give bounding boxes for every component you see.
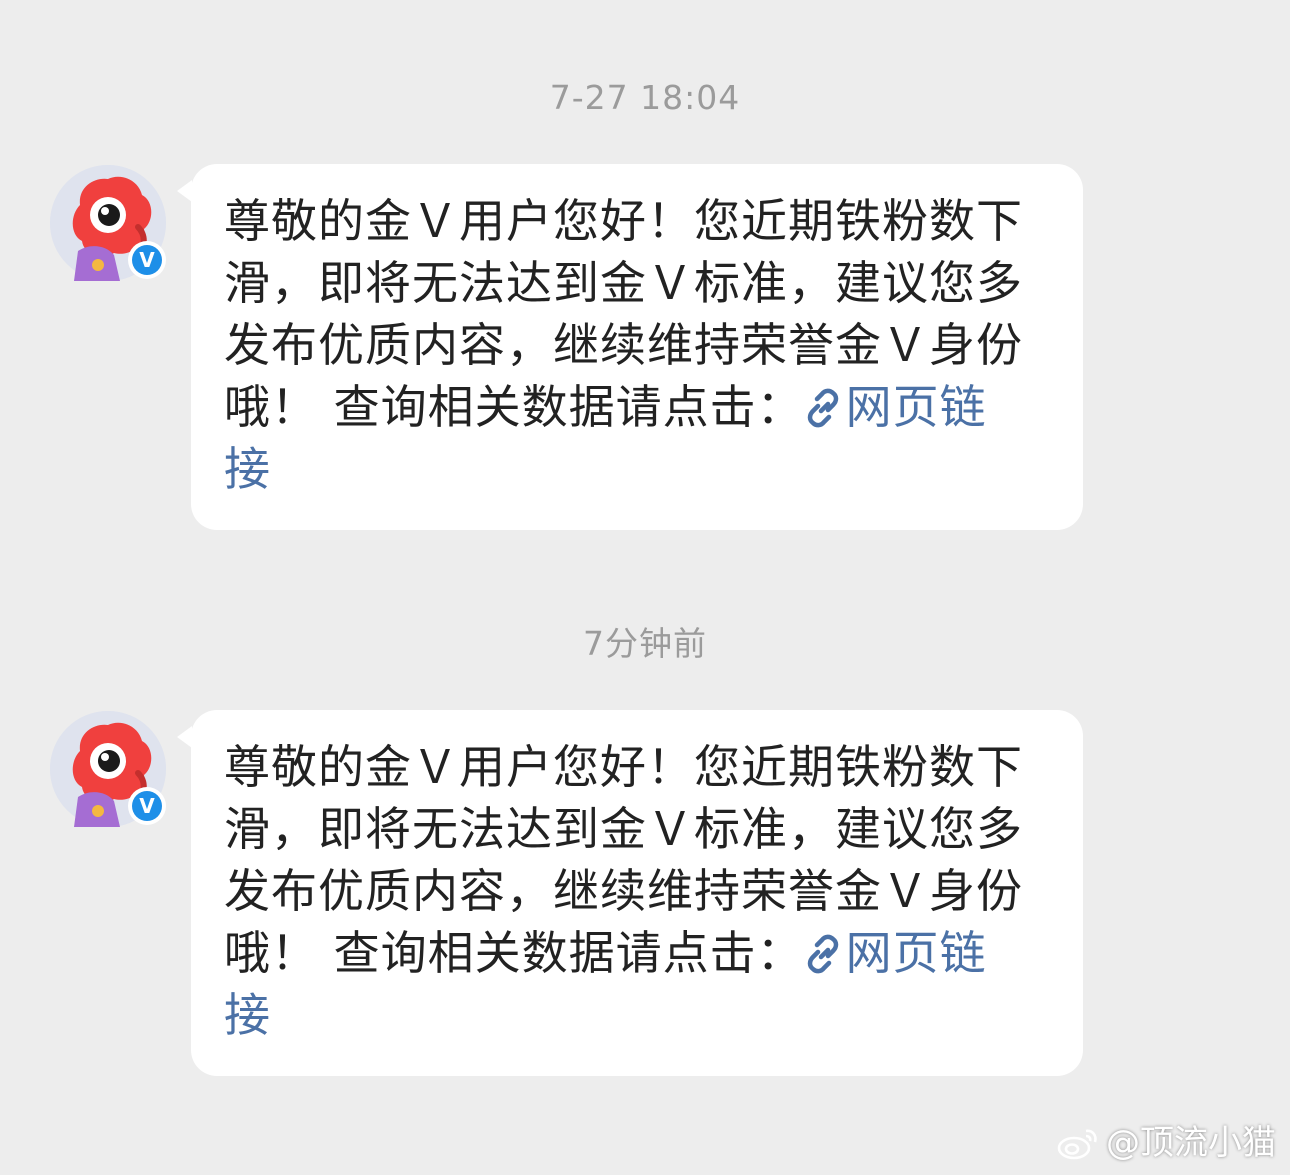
sender-avatar[interactable]: V [50, 711, 166, 827]
verified-v-icon: V [132, 245, 162, 275]
verified-badge: V [128, 241, 166, 279]
weibo-logo-icon [1057, 1129, 1097, 1160]
bubble-tail [177, 726, 192, 748]
message-timestamp: 7-27 18:04 [549, 78, 741, 117]
message-bubble[interactable]: 尊敬的金Ｖ用户您好！您近期铁粉数下滑，即将无法达到金Ｖ标准，建议您多发布优质内容… [177, 164, 1083, 530]
watermark-text: @顶流小猫 [1106, 1123, 1276, 1163]
verified-badge: V [128, 787, 166, 825]
sender-avatar[interactable]: V [50, 165, 166, 281]
message-bubble[interactable]: 尊敬的金Ｖ用户您好！您近期铁粉数下滑，即将无法达到金Ｖ标准，建议您多发布优质内容… [177, 710, 1083, 1076]
link-icon [807, 388, 838, 428]
bubble-tail [177, 180, 192, 202]
message-timestamp: 7分钟前 [583, 624, 707, 663]
message-text-block: 尊敬的金Ｖ用户您好！您近期铁粉数下滑，即将无法达到金Ｖ标准，建议您多发布优质内容… [224, 190, 1029, 500]
link-icon [807, 934, 838, 974]
verified-v-icon: V [132, 791, 162, 821]
message-text-block: 尊敬的金Ｖ用户您好！您近期铁粉数下滑，即将无法达到金Ｖ标准，建议您多发布优质内容… [224, 736, 1029, 1046]
watermark: @顶流小猫 [1056, 1123, 1276, 1163]
